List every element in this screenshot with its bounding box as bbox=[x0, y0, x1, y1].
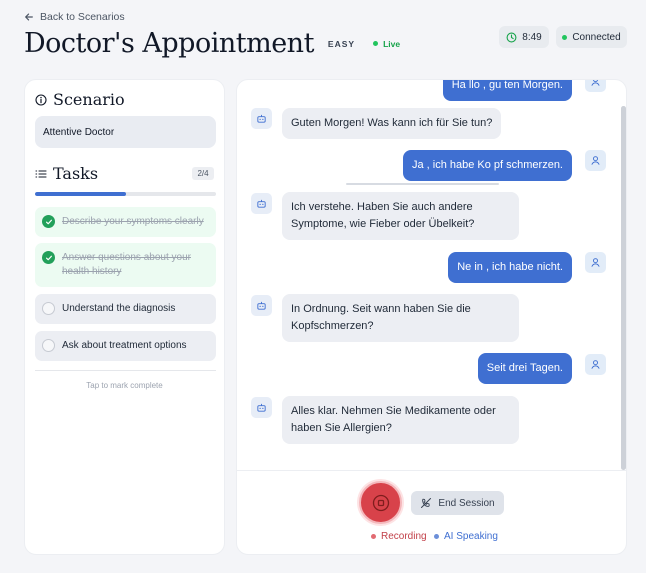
record-button[interactable] bbox=[359, 481, 402, 524]
check-circle-icon bbox=[42, 215, 55, 228]
bot-avatar-icon bbox=[251, 295, 272, 316]
ai-speaking-label: AI Speaking bbox=[444, 531, 498, 542]
user-avatar-icon bbox=[585, 252, 606, 273]
chat-scrollbar[interactable] bbox=[621, 106, 626, 470]
stop-record-icon bbox=[372, 494, 389, 511]
scenario-panel: Scenario Attentive Doctor Tasks 2/4 Desc… bbox=[24, 79, 225, 555]
ai-speaking-status: AI Speaking bbox=[434, 531, 498, 542]
task-label: Ask about treatment options bbox=[62, 340, 187, 351]
bot-message: Guten Morgen! Was kann ich für Sie tun? bbox=[282, 108, 502, 139]
divider bbox=[35, 370, 216, 371]
back-label: Back to Scenarios bbox=[40, 11, 125, 23]
scenario-role: Attentive Doctor bbox=[35, 116, 216, 148]
bot-message: Alles klar. Nehmen Sie Medikamente oder … bbox=[282, 396, 519, 444]
clock-icon bbox=[506, 32, 517, 42]
recording-dot-icon bbox=[371, 534, 376, 539]
task-count-badge: 2/4 bbox=[192, 167, 214, 180]
user-message: Ne in , ich habe nicht. bbox=[448, 252, 572, 283]
controls-divider bbox=[237, 470, 626, 471]
difficulty-badge: EASY bbox=[327, 38, 356, 49]
chat-scrollbar-thumb[interactable] bbox=[621, 106, 626, 470]
end-session-label: End Session bbox=[438, 497, 495, 509]
back-to-scenarios-link[interactable]: Back to Scenarios bbox=[24, 11, 125, 23]
scenario-heading-label: Scenario bbox=[53, 90, 125, 109]
connected-dot-icon bbox=[562, 34, 568, 40]
bot-avatar-icon bbox=[251, 108, 272, 129]
timer-value: 8:49 bbox=[522, 31, 542, 43]
task-label: Answer questions about your health histo… bbox=[62, 252, 191, 277]
phone-off-icon bbox=[421, 498, 432, 508]
title-row: Doctor's Appointment EASY Live bbox=[24, 28, 400, 59]
user-message: Seit drei Tagen. bbox=[477, 353, 572, 384]
task-label: Understand the diagnosis bbox=[62, 303, 176, 314]
chat-transcript: Ha llo , gu ten Morgen. Guten Morgen! Wa… bbox=[237, 80, 622, 470]
tap-hint: Tap to mark complete bbox=[86, 381, 163, 390]
user-message: Ja , ich habe Ko pf schmerzen. bbox=[402, 150, 572, 181]
user-avatar-icon bbox=[585, 354, 606, 375]
user-avatar-icon bbox=[585, 150, 606, 171]
empty-circle-icon bbox=[42, 339, 55, 352]
session-timer: 8:49 bbox=[499, 26, 549, 48]
recording-status: Recording bbox=[371, 531, 427, 542]
bot-message: Ich verstehe. Haben Sie auch andere Symp… bbox=[282, 192, 519, 240]
audio-level-bar bbox=[346, 183, 499, 185]
ai-speaking-dot-icon bbox=[434, 534, 439, 539]
end-session-button[interactable]: End Session bbox=[411, 491, 504, 515]
page-title: Doctor's Appointment bbox=[24, 28, 314, 59]
task-item-describe-symptoms[interactable]: Describe your symptoms clearly bbox=[35, 207, 216, 237]
bot-avatar-icon bbox=[251, 397, 272, 418]
arrow-left-icon bbox=[25, 13, 33, 21]
tasks-progress-fill bbox=[35, 192, 126, 196]
empty-circle-icon bbox=[42, 302, 55, 315]
tasks-heading: Tasks bbox=[35, 164, 98, 183]
task-label: Describe your symptoms clearly bbox=[62, 216, 204, 227]
bot-message: In Ordnung. Seit wann haben Sie die Kopf… bbox=[282, 294, 519, 342]
chat-panel: Ha llo , gu ten Morgen. Guten Morgen! Wa… bbox=[236, 79, 627, 555]
bot-avatar-icon bbox=[251, 193, 272, 214]
recording-label: Recording bbox=[381, 531, 427, 542]
task-item-treatment-options[interactable]: Ask about treatment options bbox=[35, 331, 216, 361]
task-item-health-history[interactable]: Answer questions about your health histo… bbox=[35, 243, 216, 287]
list-icon bbox=[35, 169, 47, 178]
tasks-progress-bar bbox=[35, 192, 216, 196]
user-message: Ha llo , gu ten Morgen. bbox=[442, 80, 572, 101]
connection-label: Connected bbox=[572, 31, 621, 43]
task-item-understand-diagnosis[interactable]: Understand the diagnosis bbox=[35, 294, 216, 324]
user-avatar-icon bbox=[585, 80, 606, 92]
check-circle-icon bbox=[42, 251, 55, 264]
scenario-heading: Scenario bbox=[35, 90, 125, 109]
tasks-heading-label: Tasks bbox=[53, 164, 99, 183]
live-label: Live bbox=[383, 38, 401, 49]
live-dot-icon bbox=[373, 41, 379, 46]
live-badge: Live bbox=[373, 39, 400, 49]
info-icon bbox=[35, 93, 47, 106]
connection-status: Connected bbox=[556, 26, 627, 48]
